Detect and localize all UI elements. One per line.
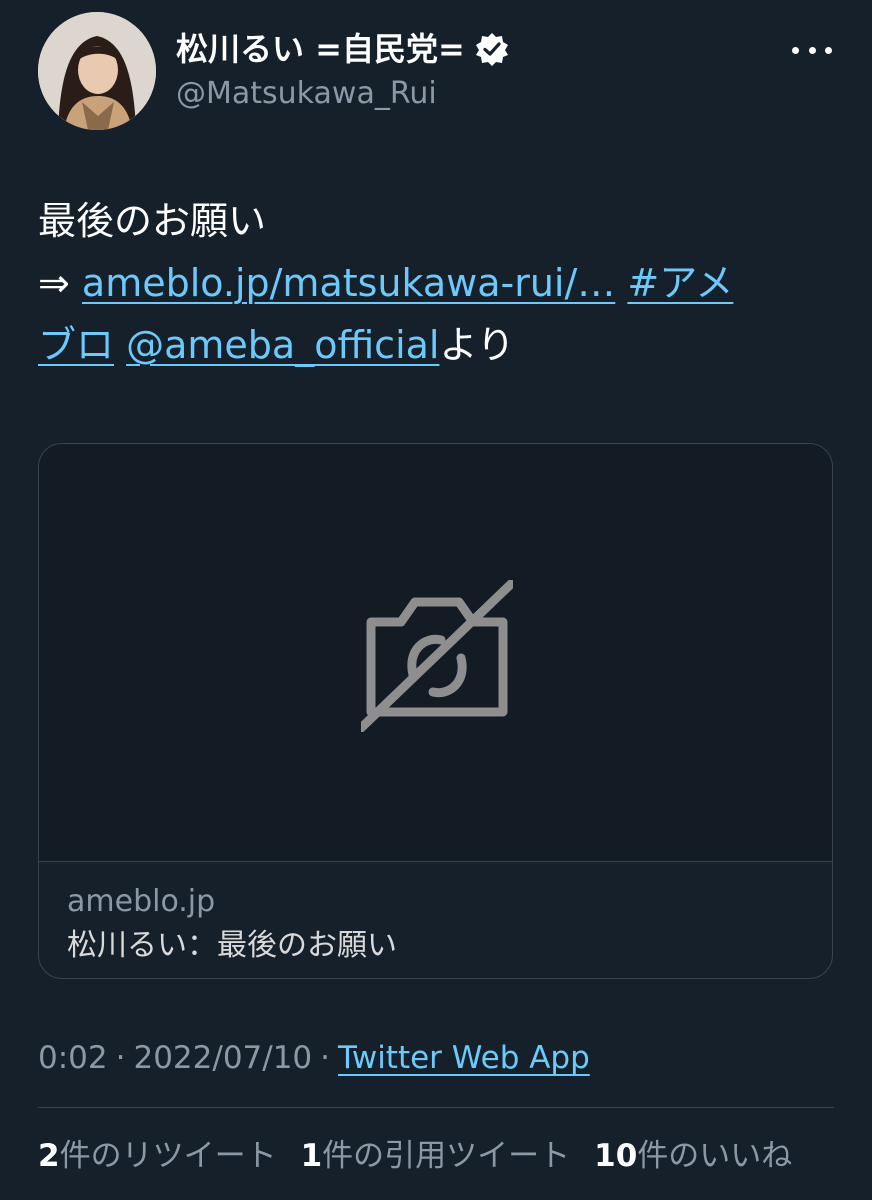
- link-card[interactable]: ameblo.jp 松川るい：最後のお願い: [38, 443, 833, 979]
- tweet-date[interactable]: 2022/07/10: [133, 1040, 312, 1076]
- verified-badge-icon: [475, 32, 509, 66]
- separator-dot-2: ·: [320, 1040, 331, 1076]
- user-handle[interactable]: @Matsukawa_Rui: [176, 76, 437, 112]
- retweets-label: 件のリツイート: [59, 1138, 277, 1174]
- card-media[interactable]: [39, 444, 832, 862]
- more-options-icon[interactable]: [792, 38, 832, 62]
- card-domain: ameblo.jp: [67, 884, 216, 919]
- hashtag-link-part1[interactable]: #アメ: [627, 261, 733, 305]
- retweets-count: 2: [38, 1138, 60, 1174]
- tweet-time[interactable]: 0:02: [38, 1040, 108, 1076]
- image-unavailable-icon: [361, 580, 513, 732]
- tweet-line-2: ⇒ ameblo.jp/matsukawa-rui/… #アメ: [38, 252, 838, 314]
- display-name-text: 松川るい =自民党=: [176, 30, 465, 68]
- mention-link[interactable]: @ameba_official: [126, 323, 439, 367]
- retweets-stat[interactable]: 2件のリツイート: [38, 1134, 277, 1178]
- tweet-metadata: 0:02 · 2022/07/10 · Twitter Web App: [38, 1038, 590, 1078]
- tweet-text: 最後のお願い ⇒ ameblo.jp/matsukawa-rui/… #アメ ブ…: [38, 190, 838, 376]
- card-title: 松川るい：最後のお願い: [67, 928, 397, 963]
- tweet-line-1: 最後のお願い: [38, 199, 267, 243]
- engagement-stats: 2件のリツイート 1件の引用ツイート 10件のいいね: [38, 1134, 792, 1178]
- tweet-url-link[interactable]: ameblo.jp/matsukawa-rui/…: [82, 261, 615, 305]
- likes-count: 10: [594, 1138, 638, 1174]
- avatar[interactable]: [38, 12, 156, 130]
- arrow-text: ⇒: [38, 261, 82, 305]
- hashtag-link-part2[interactable]: ブロ: [38, 323, 114, 367]
- separator-dot: ·: [115, 1040, 126, 1076]
- quote-tweets-count: 1: [300, 1138, 323, 1174]
- quote-tweets-stat[interactable]: 1件の引用ツイート: [301, 1134, 571, 1178]
- display-name[interactable]: 松川るい =自民党=: [176, 30, 509, 68]
- source-app-link[interactable]: Twitter Web App: [338, 1040, 590, 1076]
- tweet-line-3: ブロ @ameba_officialより: [38, 314, 838, 376]
- likes-label: 件のいいね: [637, 1138, 793, 1174]
- suffix-text: より: [439, 323, 515, 367]
- divider: [38, 1107, 834, 1108]
- likes-stat[interactable]: 10件のいいね: [594, 1134, 792, 1178]
- quote-tweets-label: 件の引用ツイート: [322, 1138, 571, 1174]
